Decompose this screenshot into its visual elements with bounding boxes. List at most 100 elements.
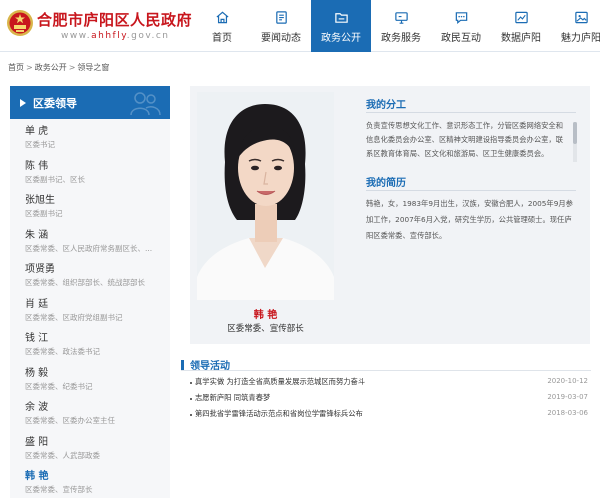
- news-icon: [275, 11, 287, 24]
- site-header: 合肥市庐阳区人民政府 www.ahhfly.gov.cn 首页 要闻动态 政务公…: [0, 0, 600, 52]
- activity-date: 2018-03-06: [547, 409, 588, 417]
- leader-item-position: 区委常委、区人民政府常务副区长、...: [25, 243, 153, 253]
- sidebar-header: 区委领导: [10, 86, 170, 119]
- leader-item-position: 区委书记: [25, 140, 55, 149]
- leader-item-position: 区委常委、宣传部长: [25, 485, 93, 494]
- sidebar-leader-item[interactable]: 钱 江区委常委、政法委书记: [10, 328, 170, 363]
- leader-item-position: 区委副书记、区长: [25, 174, 85, 184]
- chart-icon: [514, 11, 528, 24]
- leader-item-position: 区委副书记: [25, 209, 63, 218]
- url-highlight: ahhfly: [91, 31, 127, 41]
- main-nav: 首页 要闻动态 政务公开 政务服务 政民互动 数据庐阳 魅力庐阳: [193, 0, 600, 52]
- duty-text: 负责宣传思想文化工作、意识形态工作，分管区委网络安全和信息化委员会办公室、区精神…: [366, 121, 564, 158]
- folder-icon: [334, 13, 348, 23]
- sidebar-leader-item[interactable]: 张旭生 区委副书记: [10, 190, 170, 225]
- leader-item-name: 陈 伟: [25, 160, 49, 172]
- nav-label: 首页: [212, 33, 232, 44]
- nav-label: 政务服务: [381, 33, 421, 44]
- sidebar-leader-item[interactable]: 余 波区委常委、区委办公室主任: [10, 397, 170, 432]
- nav-label: 政务公开: [321, 33, 361, 44]
- sidebar-leader-item[interactable]: 盛 阳区委常委、人武部政委: [10, 432, 170, 467]
- breadcrumb-separator: >: [26, 63, 33, 72]
- scrollbar-thumb[interactable]: [573, 122, 577, 144]
- activity-item[interactable]: 第四批省学雷锋活动示范点和省岗位学雷锋标兵公布 2018-03-06: [190, 409, 590, 421]
- sidebar-leader-item[interactable]: 单 虎区委书记: [10, 121, 170, 156]
- activity-item[interactable]: 真学实做 为打造全省高质量发展示范城区而努力奋斗 2020-10-12: [190, 377, 590, 389]
- leader-item-name: 张旭生: [25, 195, 55, 206]
- duty-scrollbar[interactable]: [573, 122, 577, 162]
- sidebar-leader-item[interactable]: 杨 毅区委常委、纪委书记: [10, 363, 170, 398]
- leader-item-name: 余 波: [25, 402, 49, 413]
- sidebar-leader-item[interactable]: 朱 涵区委常委、区人民政府常务副区长、...: [10, 225, 170, 260]
- sidebar-leader-item[interactable]: 陈 伟区委副书记、区长: [10, 156, 170, 191]
- nav-item-home[interactable]: 首页: [193, 0, 251, 52]
- leader-item-position: 区委常委、区政府党组副书记: [25, 312, 123, 322]
- nav-item-data[interactable]: 数据庐阳: [491, 0, 551, 52]
- leader-photo: [197, 92, 334, 300]
- breadcrumb-home[interactable]: 首页: [8, 63, 24, 72]
- breadcrumb-gov-affairs[interactable]: 政务公开: [35, 63, 67, 72]
- leader-item-name: 钱 江: [25, 333, 49, 344]
- url-suffix: .gov.cn: [126, 31, 170, 41]
- activity-title-link[interactable]: 志愿新庐阳 同筑青春梦: [195, 393, 270, 403]
- leader-item-name: 肖 廷: [25, 298, 49, 310]
- activity-date: 2019-03-07: [547, 393, 588, 401]
- bio-title: 我的简历: [366, 178, 406, 189]
- sidebar-leader-item[interactable]: 韩 艳区委常委、宣传部长: [10, 466, 170, 498]
- national-emblem-icon: [7, 10, 33, 36]
- breadcrumb-separator: >: [68, 63, 76, 72]
- leader-item-position: 区委常委、政法委书记: [25, 347, 100, 356]
- portrait-illustration: [197, 92, 334, 300]
- site-url: www.ahhfly.gov.cn: [61, 31, 170, 41]
- leader-item-position: 区委常委、人武部政委: [25, 450, 100, 460]
- site-title[interactable]: 合肥市庐阳区人民政府: [37, 9, 192, 30]
- leader-list: 单 虎区委书记陈 伟区委副书记、区长 张旭生区委副书记朱 涵区委常委、区人民政府常…: [10, 119, 170, 498]
- leader-item-position: 区委常委、区委办公室主任: [25, 416, 115, 425]
- sidebar-leader-item[interactable]: 肖 廷区委常委、区政府党组副书记: [10, 294, 170, 329]
- activity-title-link[interactable]: 真学实做 为打造全省高质量发展示范城区而努力奋斗: [195, 377, 365, 387]
- title-bar-mark: [181, 359, 184, 370]
- nav-label: 数据庐阳: [501, 33, 541, 44]
- triangle-arrow-icon: [20, 98, 26, 107]
- leader-item-position: 区委常委、纪委书记: [25, 381, 93, 391]
- leader-item-name: 盛 阳: [25, 436, 49, 448]
- sidebar-title: 区委领导: [33, 96, 77, 110]
- activity-date: 2020-10-12: [547, 377, 588, 385]
- monitor-icon: [394, 12, 408, 24]
- home-icon: [215, 11, 229, 24]
- nav-item-gov-affairs[interactable]: 政务公开: [311, 0, 371, 52]
- duty-title: 我的分工: [366, 100, 406, 111]
- leader-item-name: 韩 艳: [25, 471, 49, 482]
- leader-name: 韩 艳: [253, 310, 278, 321]
- breadcrumb-leaders[interactable]: 领导之窗: [77, 63, 109, 72]
- leader-position: 区委常委、宣传部长: [227, 324, 304, 334]
- nav-label: 魅力庐阳: [561, 33, 600, 44]
- url-prefix: www.: [61, 31, 92, 41]
- leader-sidebar: 区委领导 单 虎区委书记陈 伟区委副书记、区长 张旭生区委副书记朱 涵区委常委、区…: [10, 86, 170, 498]
- nav-item-interaction[interactable]: 政民互动: [431, 0, 491, 52]
- people-icon: [130, 92, 161, 116]
- leader-item-name: 项贤勇: [25, 264, 55, 275]
- leader-profile: 韩 艳 区委常委、宣传部长 我的分工 负责宣传思想文化工作、意识形态工作，分管区…: [190, 86, 590, 344]
- image-icon: [574, 11, 588, 24]
- leader-item-name: 杨 毅: [25, 367, 49, 379]
- breadcrumb: 首页 > 政务公开 > 领导之窗: [8, 62, 109, 73]
- leader-item-name: 朱 涵: [25, 229, 49, 241]
- activity-title-link[interactable]: 第四批省学雷锋活动示范点和省岗位学雷锋标兵公布: [195, 409, 363, 419]
- leader-item-position: 区委常委、组织部部长、统战部部长: [25, 278, 145, 287]
- sidebar-leader-item[interactable]: 项贤勇区委常委、组织部部长、统战部部长: [10, 259, 170, 294]
- nav-label: 政民互动: [441, 33, 481, 44]
- nav-item-charm[interactable]: 魅力庐阳: [551, 0, 600, 52]
- nav-label: 要闻动态: [261, 33, 301, 44]
- nav-item-news[interactable]: 要闻动态: [251, 0, 311, 52]
- nav-item-services[interactable]: 政务服务: [371, 0, 431, 52]
- activities-divider: [181, 370, 591, 371]
- chat-icon: [455, 12, 467, 24]
- duty-divider: [366, 112, 576, 113]
- leader-item-name: 单 虎: [25, 126, 49, 137]
- bullet-dot: [190, 414, 192, 416]
- bullet-dot: [190, 382, 192, 384]
- bullet-dot: [190, 398, 192, 400]
- activity-item[interactable]: 志愿新庐阳 同筑青春梦 2019-03-07: [190, 393, 590, 405]
- bio-text: 韩艳，女，1983年9月出生，汉族，安徽合肥人，2005年9月参加工作，2007…: [366, 199, 573, 240]
